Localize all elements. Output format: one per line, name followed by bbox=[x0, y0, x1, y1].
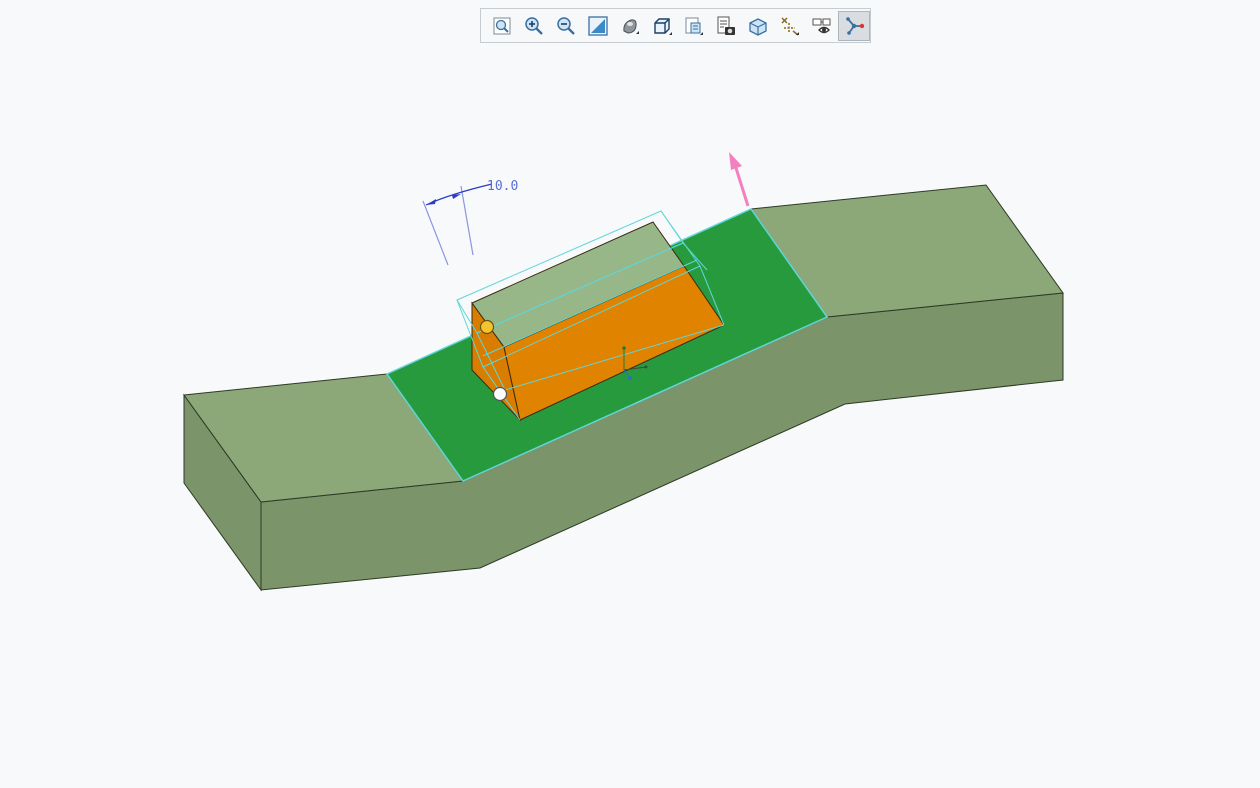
refit-icon bbox=[493, 17, 511, 34]
zoom-in-button[interactable] bbox=[518, 11, 550, 41]
saved-orientations-icon bbox=[654, 17, 672, 35]
annotation-display-icon bbox=[812, 18, 831, 33]
dimension-annotation[interactable]: 10.0 bbox=[422, 179, 518, 266]
zoom-out-button[interactable] bbox=[550, 11, 582, 41]
repaint-button[interactable] bbox=[582, 11, 614, 41]
dimension-value[interactable]: 10.0 bbox=[487, 179, 518, 194]
display-style-icon bbox=[623, 18, 639, 34]
saved-orientations-button[interactable] bbox=[646, 11, 678, 41]
perspective-view-icon bbox=[717, 16, 735, 35]
view-manager-button[interactable] bbox=[678, 11, 710, 41]
spin-center-button[interactable] bbox=[838, 10, 870, 41]
graphics-toolbar bbox=[480, 8, 871, 43]
drag-handle-inactive[interactable] bbox=[492, 386, 508, 402]
zoom-out-icon bbox=[557, 16, 575, 35]
display-style-button[interactable] bbox=[614, 11, 646, 41]
datum-display-icon bbox=[781, 16, 799, 36]
section-view-icon bbox=[749, 17, 767, 36]
direction-arrow[interactable] bbox=[729, 152, 750, 207]
spin-center-icon bbox=[846, 16, 865, 35]
model-scene[interactable]: 10.0 bbox=[0, 0, 1260, 788]
datum-display-button[interactable] bbox=[774, 11, 806, 41]
perspective-view-button[interactable] bbox=[710, 11, 742, 41]
drag-handle-active[interactable] bbox=[479, 319, 495, 335]
section-view-button[interactable] bbox=[742, 11, 774, 41]
view-manager-icon bbox=[685, 17, 703, 35]
graphics-viewport[interactable]: 10.0 bbox=[0, 0, 1260, 788]
zoom-in-icon bbox=[525, 16, 543, 35]
refit-button[interactable] bbox=[486, 11, 518, 41]
annotation-display-button[interactable] bbox=[806, 11, 838, 41]
repaint-icon bbox=[588, 15, 608, 36]
